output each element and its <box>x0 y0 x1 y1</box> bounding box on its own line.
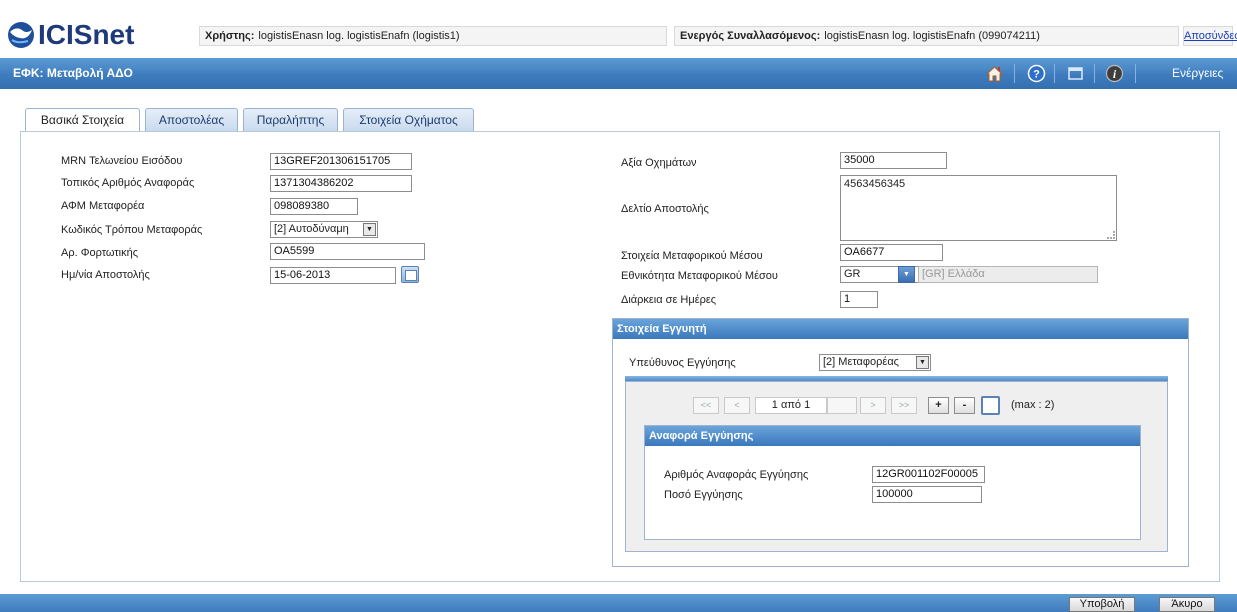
duration-label: Διάρκεια σε Ημέρες <box>621 294 717 306</box>
ref-no-label: Αριθμός Αναφοράς Εγγύησης <box>664 469 809 481</box>
pager-prev-button[interactable]: < <box>724 397 750 414</box>
toolbar-separator <box>1094 64 1095 83</box>
pager-next-button[interactable]: > <box>860 397 886 414</box>
afm-label: ΑΦΜ Μεταφορέα <box>61 200 145 212</box>
nationality-value: GR <box>844 268 861 280</box>
resize-grip-icon[interactable] <box>1107 231 1115 239</box>
tab-basic-info[interactable]: Βασικά Στοιχεία <box>25 108 140 133</box>
footer-bar: Υποβολή Άκυρο <box>0 594 1237 612</box>
icisnet-logo: ICISnet <box>6 20 134 50</box>
home-icon[interactable] <box>985 64 1004 83</box>
afm-input[interactable]: 098089380 <box>270 198 358 215</box>
toolbar-separator <box>1054 64 1055 83</box>
info-icon[interactable]: i <box>1105 64 1124 83</box>
local-ref-label: Τοπικός Αριθμός Αναφοράς <box>61 177 195 189</box>
tab-vehicle-info[interactable]: Στοιχεία Οχήματος <box>343 108 474 132</box>
delivery-note-label: Δελτίο Αποστολής <box>621 203 709 215</box>
amount-input[interactable]: 100000 <box>872 486 982 503</box>
vehicle-value-input[interactable]: 35000 <box>840 152 947 169</box>
title-bar: ΕΦΚ: Μεταβολή ΑΔΟ ? i Ενέργειες <box>0 58 1237 89</box>
guarantor-section-title: Στοιχεία Εγγυητή <box>613 319 1188 339</box>
mrn-label: MRN Τελωνείου Εισόδου <box>61 155 183 167</box>
pager-first-button[interactable]: << <box>693 397 719 414</box>
delivery-note-value: 4563456345 <box>844 178 906 190</box>
cancel-button[interactable]: Άκυρο <box>1159 597 1215 612</box>
nationality-label: Εθνικότητα Μεταφορικού Μέσου <box>621 270 778 282</box>
help-icon[interactable]: ? <box>1027 64 1046 83</box>
window-icon[interactable] <box>1066 64 1085 83</box>
transport-code-select[interactable]: [2] Αυτοδύναμη ▼ <box>270 221 378 238</box>
duration-input[interactable]: 1 <box>840 291 878 308</box>
add-row-button[interactable]: + <box>928 397 949 414</box>
guarantee-list-container: << < 1 από 1 > >> + - (max : 2) Αναφορά … <box>625 381 1168 552</box>
mrn-input[interactable]: 13GREF201306151705 <box>270 153 412 170</box>
pager: << < 1 από 1 > >> + - (max : 2) <box>693 396 1055 415</box>
svg-text:?: ? <box>1033 69 1040 81</box>
transport-means-label: Στοιχεία Μεταφορικού Μέσου <box>621 250 763 262</box>
toolbar-separator <box>1135 64 1136 83</box>
user-info: Χρήστης: logistisEnasn log. logistisEnafn… <box>199 26 667 46</box>
waybill-label: Αρ. Φορτωτικής <box>61 247 139 259</box>
chevron-down-icon[interactable]: ▼ <box>916 356 929 369</box>
logo-text: ICISnet <box>38 19 135 50</box>
calendar-icon[interactable] <box>401 266 419 283</box>
nationality-description: [GR] Ελλάδα <box>918 266 1098 283</box>
globe-logo-icon <box>8 22 34 48</box>
delivery-note-textarea[interactable]: 4563456345 <box>840 175 1117 241</box>
tab-sender[interactable]: Αποστολέας <box>145 108 238 132</box>
tab-recipient[interactable]: Παραλήπτης <box>243 108 338 132</box>
trader-label: Ενεργός Συναλλασόμενος: <box>680 30 821 42</box>
top-header: ICISnet Χρήστης: logistisEnasn log. logis… <box>0 0 1237 58</box>
amount-label: Ποσό Εγγύησης <box>664 489 743 501</box>
responsible-value: [2] Μεταφορέας <box>823 356 899 368</box>
pager-page-text: 1 από 1 <box>755 397 827 414</box>
dispatch-date-label: Ημ/νία Αποστολής <box>61 269 150 281</box>
trader-value: logistisEnasn log. logistisEnafn (099074… <box>824 30 1040 42</box>
waybill-input[interactable]: OA5599 <box>270 243 425 260</box>
guarantee-reference-title: Αναφορά Εγγύησης <box>645 426 1140 446</box>
responsible-select[interactable]: [2] Μεταφορέας ▼ <box>819 354 931 371</box>
responsible-label: Υπεύθυνος Εγγύησης <box>629 357 736 369</box>
user-label: Χρήστης: <box>205 30 255 42</box>
page-title: ΕΦΚ: Μεταβολή ΑΔΟ <box>13 66 133 80</box>
vehicle-value-label: Αξία Οχημάτων <box>621 157 697 169</box>
submit-button[interactable]: Υποβολή <box>1069 597 1135 612</box>
pager-blank <box>827 397 857 414</box>
toolbar-separator <box>1014 64 1015 83</box>
transport-code-label: Κωδικός Τρόπου Μεταφοράς <box>61 224 203 236</box>
pager-max-text: (max : 2) <box>1011 399 1055 411</box>
transport-means-input[interactable]: OA6677 <box>840 244 943 261</box>
page-selector-icon[interactable] <box>981 396 1000 415</box>
user-value: logistisEnasn log. logistisEnafn (logist… <box>258 30 460 42</box>
ref-no-input[interactable]: 12GR001102F00005 <box>872 466 985 483</box>
main-panel: MRN Τελωνείου Εισόδου 13GREF201306151705… <box>20 131 1220 582</box>
chevron-down-icon[interactable]: ▼ <box>898 266 915 283</box>
transport-code-value: [2] Αυτοδύναμη <box>274 223 349 235</box>
pager-last-button[interactable]: >> <box>891 397 917 414</box>
logout-link[interactable]: Αποσύνδεση <box>1183 26 1237 46</box>
guarantee-reference-section: Αναφορά Εγγύησης Αριθμός Αναφοράς Εγγύησ… <box>644 425 1141 540</box>
guarantor-section: Στοιχεία Εγγυητή Υπεύθυνος Εγγύησης [2] … <box>612 318 1189 567</box>
local-ref-input[interactable]: 1371304386202 <box>270 175 412 192</box>
remove-row-button[interactable]: - <box>954 397 975 414</box>
dispatch-date-input[interactable]: 15-06-2013 <box>270 267 396 284</box>
actions-menu[interactable]: Ενέργειες <box>1172 66 1223 80</box>
chevron-down-icon[interactable]: ▼ <box>363 223 376 236</box>
trader-info: Ενεργός Συναλλασόμενος: logistisEnasn log… <box>674 26 1179 46</box>
